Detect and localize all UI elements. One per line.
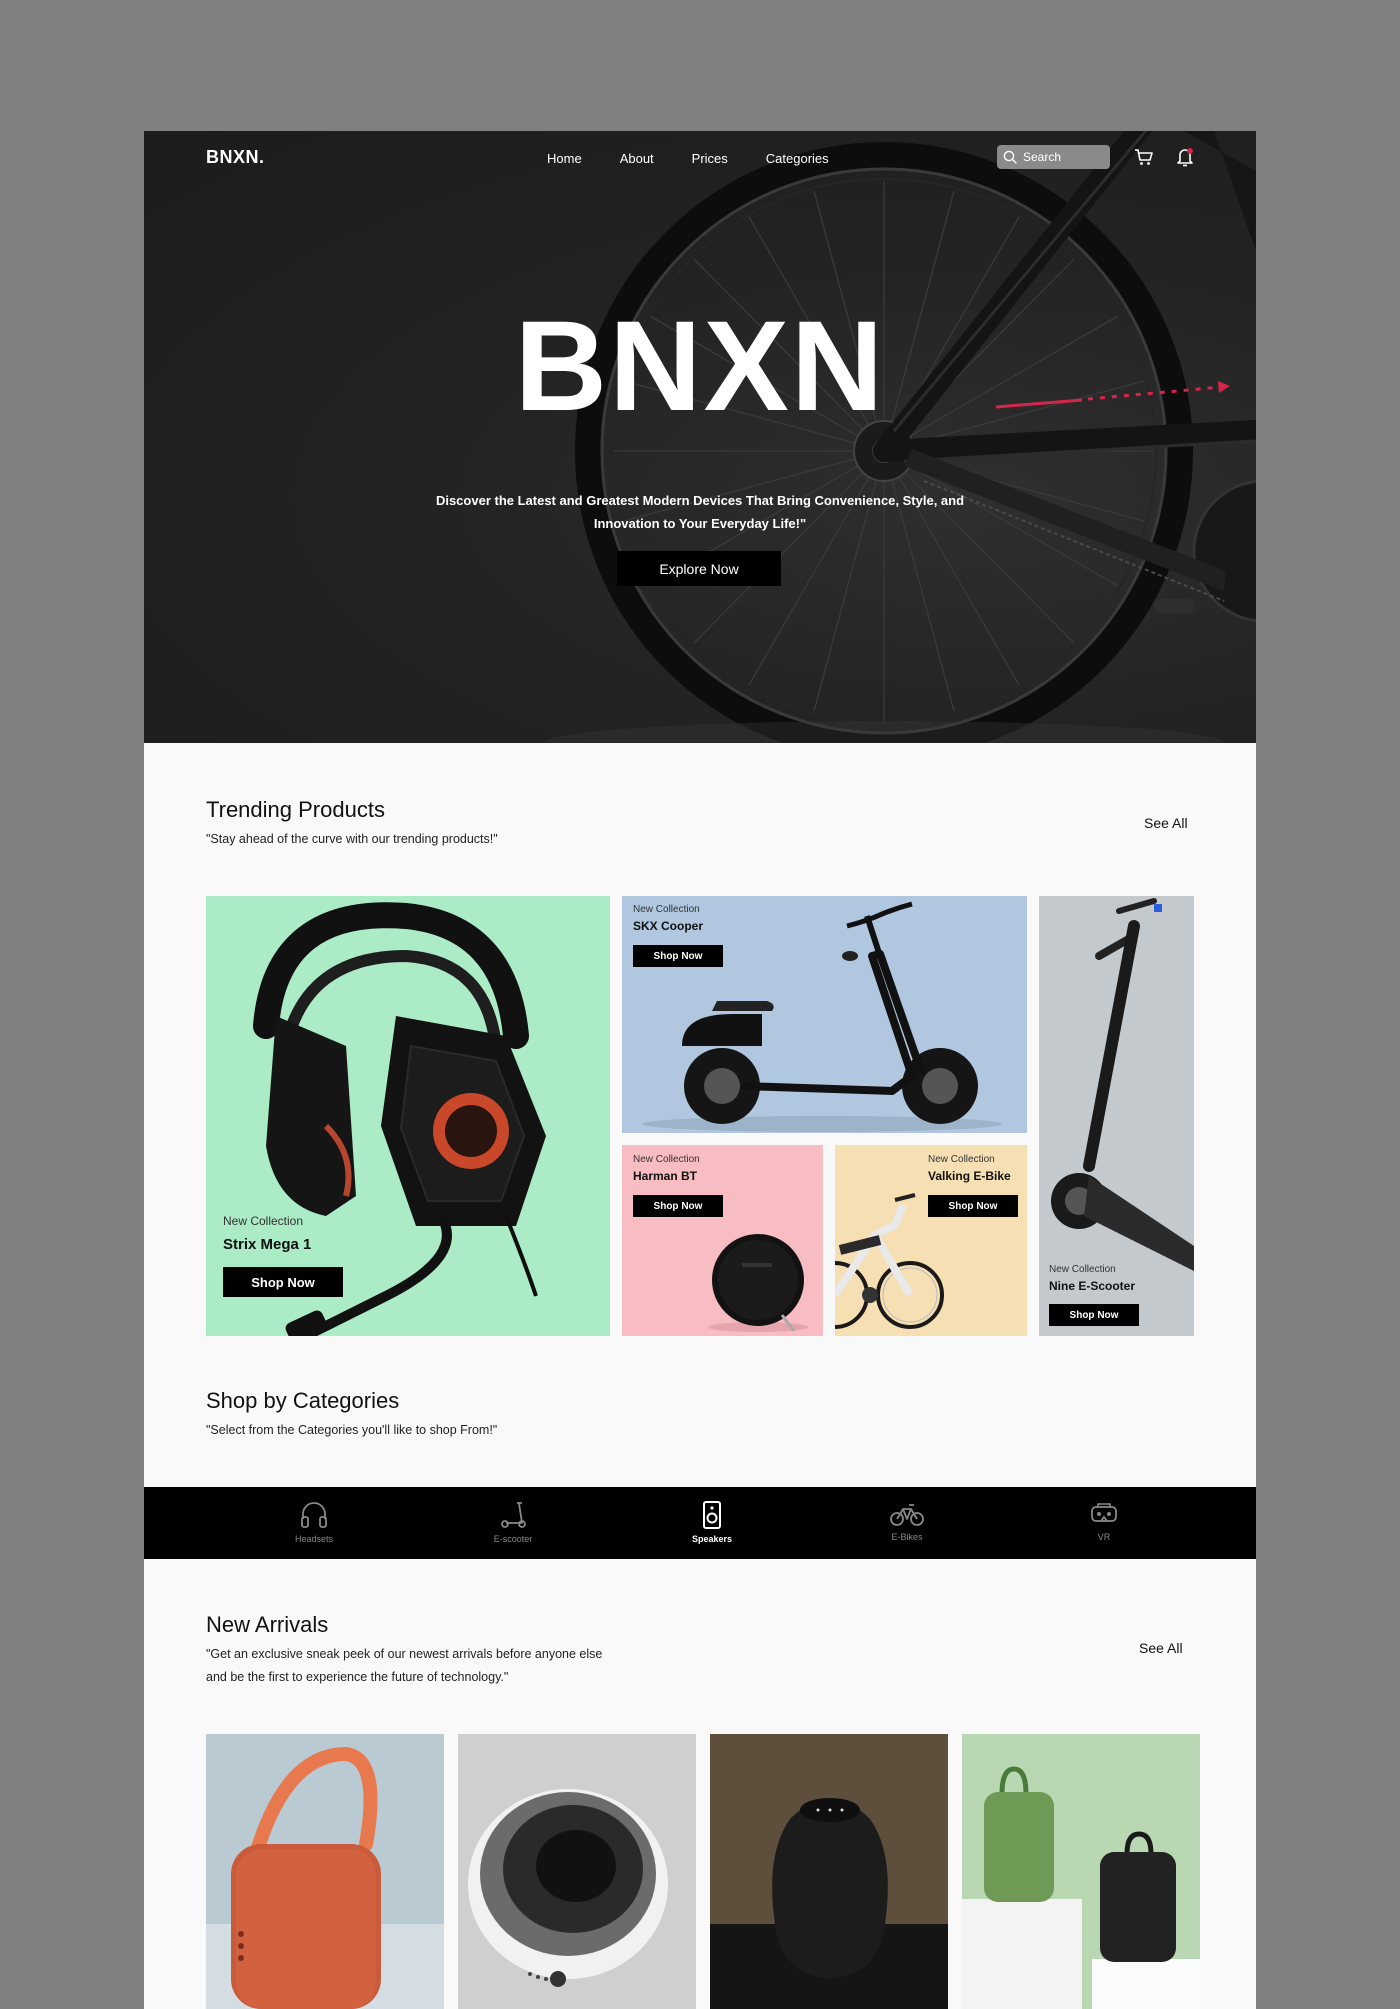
category-vr[interactable]: VR	[1064, 1499, 1144, 1542]
search-input[interactable]: Search	[997, 145, 1110, 169]
mini-speakers-image	[962, 1766, 1200, 2009]
category-label: E-scooter	[493, 1534, 533, 1544]
bike-icon	[890, 1504, 924, 1526]
hero-subtitle-line-1: Discover the Latest and Greatest Modern …	[435, 493, 965, 508]
arrivals-title: New Arrivals	[206, 1612, 329, 1637]
shop-now-button[interactable]: Shop Now	[1049, 1304, 1139, 1326]
category-label: Speakers	[691, 1534, 733, 1544]
shop-now-button[interactable]: Shop Now	[633, 945, 723, 967]
round-speaker-image	[468, 1789, 668, 1987]
vr-icon	[1091, 1503, 1117, 1522]
category-bar: Headsets E-scooter Speakers E-Bikes VR	[144, 1487, 1256, 1559]
speaker-icon	[703, 1501, 721, 1529]
category-label: VR	[1097, 1532, 1111, 1542]
card-tag: New Collection	[633, 1154, 700, 1165]
category-speakers[interactable]: Speakers	[672, 1499, 752, 1544]
product-card-skx-cooper[interactable]: New Collection SKX Cooper Shop Now	[622, 896, 1027, 1133]
scooter-icon	[501, 1502, 526, 1528]
nav-link-about[interactable]: About	[620, 151, 654, 166]
main-nav: Home About Prices Categories	[547, 151, 867, 166]
product-card-strix-mega[interactable]: New Collection Strix Mega 1 Shop Now	[206, 896, 610, 1336]
hero-section: BNXN. Home About Prices Categories Searc…	[144, 131, 1256, 743]
arrival-card-orange-speaker[interactable]	[206, 1734, 444, 2009]
shop-now-button[interactable]: Shop Now	[928, 1195, 1018, 1217]
category-e-scooter[interactable]: E-scooter	[473, 1499, 553, 1544]
card-name: Nine E-Scooter	[1049, 1279, 1136, 1293]
arrivals-subtitle-line-1: "Get an exclusive sneak peek of our newe…	[206, 1647, 603, 1661]
shop-now-button[interactable]: Shop Now	[633, 1195, 723, 1217]
card-name: Valking E-Bike	[928, 1169, 1011, 1183]
explore-now-button[interactable]: Explore Now	[617, 551, 781, 586]
category-e-bikes[interactable]: E-Bikes	[867, 1499, 947, 1542]
category-headsets[interactable]: Headsets	[274, 1499, 354, 1544]
arrivals-see-all-link[interactable]: See All	[1139, 1640, 1183, 1656]
product-card-harman-bt[interactable]: New Collection Harman BT Shop Now	[622, 1145, 823, 1336]
cart-icon[interactable]	[1134, 147, 1154, 167]
card-name: SKX Cooper	[633, 919, 704, 933]
arrivals-subtitle: "Get an exclusive sneak peek of our newe…	[206, 1643, 602, 1689]
card-tag: New Collection	[928, 1154, 995, 1165]
card-tag: New Collection	[223, 1214, 304, 1228]
categories-title: Shop by Categories	[206, 1388, 400, 1413]
nav-link-home[interactable]: Home	[547, 151, 582, 166]
orange-speaker-image	[206, 1746, 444, 2009]
search-icon	[1003, 150, 1017, 164]
shop-now-button[interactable]: Shop Now	[223, 1267, 343, 1297]
card-name: Strix Mega 1	[223, 1236, 312, 1253]
category-label: Headsets	[294, 1534, 334, 1544]
hero-subtitle: Discover the Latest and Greatest Modern …	[394, 489, 1006, 535]
arrivals-subtitle-line-2: and be the first to experience the futur…	[206, 1670, 509, 1684]
categories-subtitle: "Select from the Categories you'll like …	[206, 1423, 498, 1437]
notification-bell-icon[interactable]	[1176, 147, 1194, 167]
arrival-card-round-speaker[interactable]	[458, 1734, 696, 2009]
trending-see-all-link[interactable]: See All	[1144, 815, 1188, 831]
hero-title: BNXN	[514, 295, 886, 438]
card-tag: New Collection	[1049, 1264, 1116, 1275]
trending-title: Trending Products	[206, 797, 385, 822]
arrival-card-smart-speaker[interactable]	[710, 1734, 948, 2009]
nav-link-categories[interactable]: Categories	[766, 151, 829, 166]
page: BNXN. Home About Prices Categories Searc…	[144, 131, 1256, 2009]
nav-link-prices[interactable]: Prices	[692, 151, 728, 166]
headset-icon	[301, 1502, 327, 1528]
arrival-card-mini-speakers[interactable]	[962, 1734, 1200, 2009]
hero-subtitle-line-2: Innovation to Your Everyday Life!"	[593, 516, 807, 531]
trending-subtitle: "Stay ahead of the curve with our trendi…	[206, 832, 498, 846]
search-placeholder: Search	[1023, 150, 1062, 164]
smart-speaker-image	[710, 1734, 948, 2009]
brand-logo[interactable]: BNXN.	[206, 147, 265, 168]
card-tag: New Collection	[633, 904, 700, 915]
category-label: E-Bikes	[891, 1532, 923, 1542]
card-name: Harman BT	[633, 1169, 698, 1183]
product-card-valking-e-bike[interactable]: New Collection Valking E-Bike Shop Now	[835, 1145, 1027, 1336]
product-card-nine-e-scooter[interactable]: New Collection Nine E-Scooter Shop Now	[1039, 896, 1194, 1336]
